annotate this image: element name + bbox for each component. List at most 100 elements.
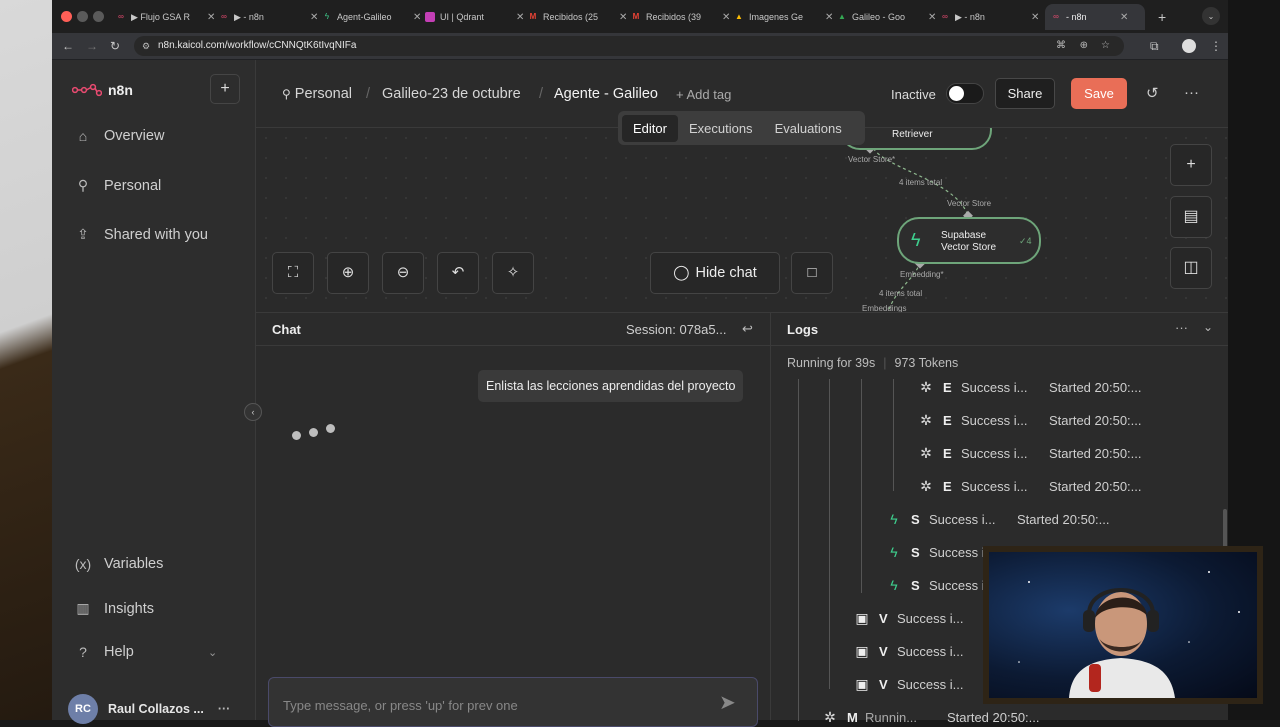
active-toggle[interactable] [946, 83, 984, 104]
sidebar-item-insights[interactable]: ▥ Insights [74, 600, 154, 617]
brand-logo[interactable]: n8n [72, 82, 133, 98]
browser-tab[interactable]: ϟ Agent-Galileo ✕ [316, 4, 422, 30]
add-tag-button[interactable]: + Add tag [676, 87, 731, 102]
reset-session-icon[interactable]: ↩ [742, 321, 753, 337]
supabase-node[interactable]: ϟ Supabase Vector Store ✓4 [897, 217, 1041, 264]
profile-icon[interactable] [1182, 39, 1196, 53]
more-icon[interactable]: ··· [1175, 320, 1188, 335]
tab-search-icon[interactable]: ⌄ [1202, 7, 1220, 25]
reload-icon[interactable]: ↻ [110, 39, 120, 53]
workflow-name[interactable]: Agente - Galileo [554, 86, 658, 102]
more-icon[interactable]: ··· [218, 702, 231, 716]
log-row[interactable]: ▣ V Success i... [853, 643, 985, 660]
tidy-up-button[interactable]: ✧ [492, 252, 534, 294]
n8n-favicon-icon: ∞ [942, 12, 948, 21]
browser-tab[interactable]: M Recibidos (25 ✕ [522, 4, 628, 30]
variables-icon: (x) [74, 556, 92, 572]
browser-menu-icon[interactable]: ⋮ [1210, 39, 1222, 53]
browser-tab[interactable]: UI | Qdrant ✕ [419, 4, 524, 30]
typing-dot [326, 424, 335, 433]
panel-toggle-button[interactable]: ◫ [1170, 247, 1212, 289]
share-button[interactable]: Share [995, 78, 1055, 109]
log-row[interactable]: ✲ M Runnin... Started 20:50:... [821, 709, 1039, 726]
drive-favicon-icon: ▲ [838, 12, 846, 21]
breadcrumb-personal[interactable]: ⚲ Personal [282, 86, 352, 102]
maximize-window-icon[interactable] [93, 11, 104, 22]
breadcrumb-folder[interactable]: Galileo-23 de octubre [382, 86, 521, 102]
desktop-background-left [0, 0, 52, 720]
n8n-favicon-icon: ∞ [221, 12, 227, 21]
forward-icon[interactable]: → [86, 39, 98, 53]
translate-icon[interactable]: ⌘ [1056, 36, 1066, 56]
share-icon: ⇪ [77, 226, 89, 242]
session-id[interactable]: Session: 078a5... [626, 322, 726, 337]
stop-button[interactable]: □ [791, 252, 833, 294]
browser-tab[interactable]: ∞ ▶ Flujo GSA R ✕ [110, 4, 215, 30]
create-button[interactable]: + [210, 74, 240, 104]
sidebar-item-variables[interactable]: (x) Variables [74, 556, 164, 572]
close-tab-icon[interactable]: ✕ [1120, 12, 1128, 23]
tab-editor[interactable]: Editor [622, 114, 678, 142]
log-row[interactable]: ✲ E Success i... Started 20:50:... [917, 478, 1141, 495]
zoom-in-button[interactable]: ⊕ [327, 252, 369, 294]
sticky-note-button[interactable]: ▤ [1170, 196, 1212, 238]
supabase-icon: ϟ [890, 577, 898, 593]
logs-header: Logs ··· ⌄ [771, 313, 1228, 346]
tree-line [861, 379, 862, 593]
more-options-icon[interactable]: ··· [1184, 84, 1199, 101]
typing-dot [292, 431, 301, 440]
chat-title: Chat [272, 322, 301, 337]
close-window-icon[interactable] [61, 11, 72, 22]
browser-tab[interactable]: ▲ Imagenes Ge ✕ [728, 4, 833, 30]
tab-executions[interactable]: Executions [678, 115, 764, 142]
supabase-icon: ϟ [890, 544, 898, 560]
browser-tab-active[interactable]: ∞ - n8n ✕ [1045, 4, 1145, 30]
sidebar-item-personal[interactable]: ⚲ Personal [74, 177, 161, 194]
log-row[interactable]: ▣ V Success i... [853, 610, 985, 627]
zoom-icon[interactable]: ⊕ [1080, 36, 1088, 56]
sidebar-item-help[interactable]: ? Help ⌄ [74, 644, 217, 660]
browser-tab[interactable]: ▲ Galileo - Goo ✕ [831, 4, 936, 30]
openai-icon: ✲ [920, 412, 932, 428]
extensions-icon[interactable]: ⧉ [1150, 39, 1159, 54]
tab-strip: ∞ ▶ Flujo GSA R ✕ ∞ ▶ - n8n ✕ ϟ Agent-Galileo… [52, 0, 1228, 33]
chevron-down-icon[interactable]: ⌄ [1203, 320, 1213, 334]
tab-evaluations[interactable]: Evaluations [764, 115, 853, 142]
user-icon: ⚲ [77, 177, 89, 193]
sidebar-item-shared[interactable]: ⇪ Shared with you [74, 226, 208, 243]
presenter-figure [1018, 571, 1240, 698]
workflow-canvas[interactable]: Retriever Vector Store* 4 items total Ve… [256, 128, 1228, 312]
close-tab-icon[interactable]: ✕ [1031, 12, 1039, 23]
log-row[interactable]: ▣ V Success i... [853, 676, 985, 693]
fit-view-button[interactable]: ⛶ [272, 252, 314, 294]
save-button[interactable]: Save [1071, 78, 1127, 109]
log-row[interactable]: ✲ E Success i... Started 20:50:... [917, 445, 1141, 462]
success-check-icon: ✓4 [1019, 236, 1032, 246]
qdrant-favicon-icon [425, 12, 435, 22]
openai-icon: ✲ [920, 478, 932, 494]
log-row[interactable]: ✲ E Success i... Started 20:50:... [917, 379, 1141, 396]
log-row[interactable]: ϟ S Success i... Started 20:50:... [885, 511, 1109, 527]
send-icon[interactable]: ➤ [719, 690, 736, 715]
zoom-out-button[interactable]: ⊖ [382, 252, 424, 294]
collapse-panel-icon[interactable]: ‹ [244, 403, 262, 421]
bookmark-star-icon[interactable]: ☆ [1101, 36, 1110, 56]
openai-icon: ✲ [920, 445, 932, 461]
hide-chat-button[interactable]: ◯ Hide chat [650, 252, 780, 294]
browser-tab[interactable]: ∞ ▶ - n8n ✕ [213, 4, 318, 30]
browser-tab[interactable]: ∞ ▶ - n8n ✕ [934, 4, 1039, 30]
site-info-icon[interactable]: ⚙ [142, 36, 150, 56]
add-node-button[interactable]: + [1170, 144, 1212, 186]
url-input[interactable]: ⚙ n8n.kaicol.com/workflow/cCNNQtK6tIvqNI… [134, 36, 1124, 56]
n8n-favicon-icon: ∞ [1053, 12, 1059, 21]
minimize-window-icon[interactable] [77, 11, 88, 22]
undo-button[interactable]: ↶ [437, 252, 479, 294]
browser-tab[interactable]: M Recibidos (39 ✕ [625, 4, 731, 30]
new-tab-icon[interactable]: + [1152, 4, 1166, 30]
openai-icon: ✲ [920, 379, 932, 395]
sidebar-item-overview[interactable]: ⌂ Overview [74, 128, 165, 144]
toggle-knob [949, 86, 964, 101]
history-icon[interactable]: ↺ [1146, 84, 1159, 102]
back-icon[interactable]: ← [62, 39, 74, 53]
log-row[interactable]: ✲ E Success i... Started 20:50:... [917, 412, 1141, 429]
